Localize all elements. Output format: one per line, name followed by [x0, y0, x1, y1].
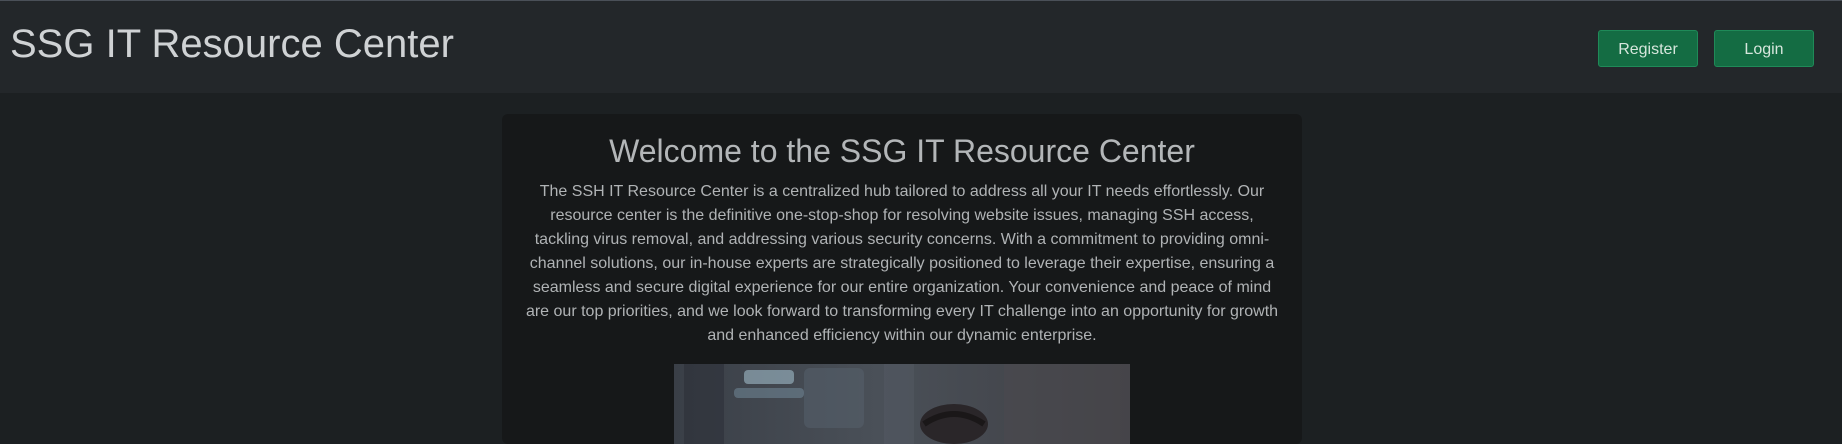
- register-button[interactable]: Register: [1598, 30, 1698, 67]
- page-title: Welcome to the SSG IT Resource Center: [609, 133, 1195, 169]
- office-photo-illustration: [674, 364, 1130, 444]
- welcome-card: Welcome to the SSG IT Resource Center Th…: [502, 114, 1302, 444]
- hero-image: [674, 364, 1130, 444]
- navbar: SSG IT Resource Center Register Login: [0, 1, 1842, 93]
- login-button[interactable]: Login: [1714, 30, 1814, 67]
- site-brand[interactable]: SSG IT Resource Center: [10, 21, 454, 67]
- intro-paragraph: The SSH IT Resource Center is a centrali…: [525, 183, 1279, 344]
